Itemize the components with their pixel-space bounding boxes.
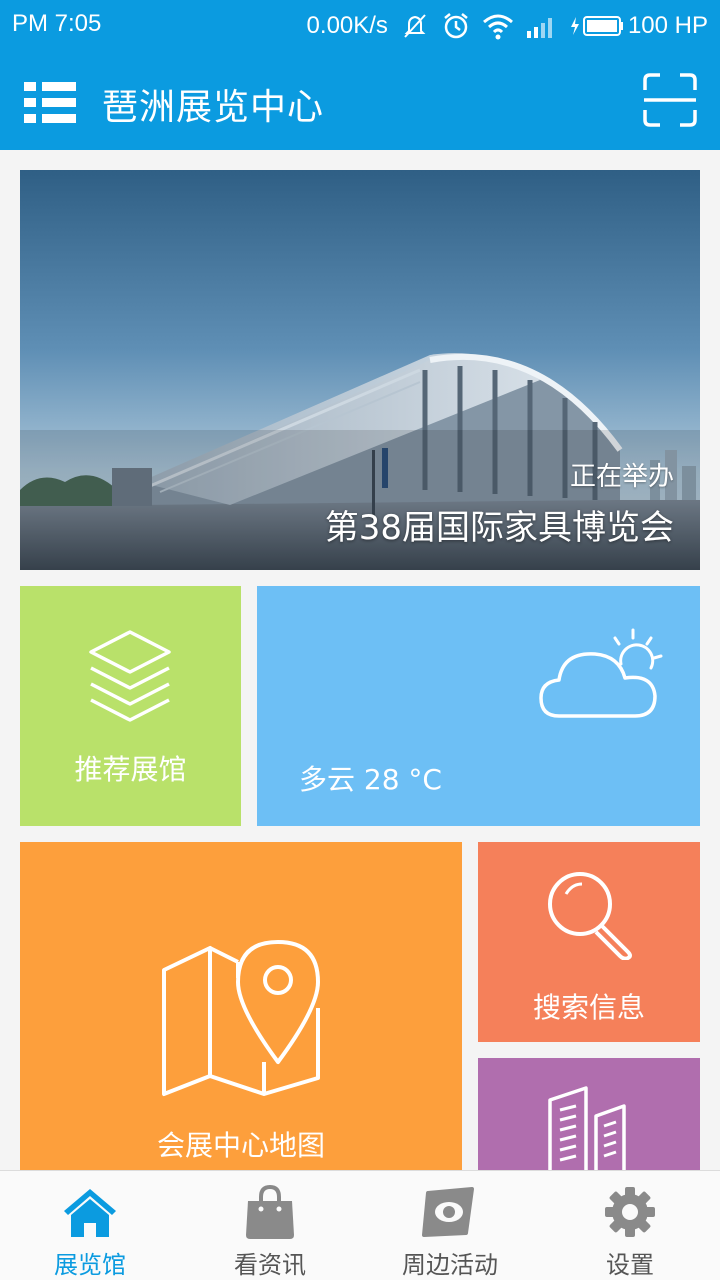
- nav-label-exhibition-hall: 展览馆: [54, 1251, 126, 1279]
- signal-icon: [526, 18, 552, 38]
- status-right: 0.00K/s 100 HP: [295, 8, 708, 44]
- app-title: 琶洲展览中心: [102, 87, 325, 128]
- search-info-tile[interactable]: 搜索信息: [478, 842, 700, 1042]
- venue-map-label: 会展中心地图: [156, 1129, 325, 1162]
- partly-cloudy-icon: [539, 628, 663, 718]
- wifi-icon: [482, 14, 513, 40]
- alarm-icon: [444, 13, 468, 39]
- battery-icon: [570, 16, 623, 36]
- buildings-tile[interactable]: [478, 1058, 700, 1172]
- gear-icon: [605, 1187, 655, 1237]
- map-pin-icon: [162, 940, 320, 1096]
- shopping-bag-icon: [246, 1185, 294, 1239]
- home-icon: [64, 1189, 116, 1237]
- scan-icon[interactable]: [642, 72, 698, 128]
- mute-icon: [404, 14, 426, 38]
- nav-label-news: 看资讯: [234, 1251, 306, 1279]
- search-icon: [548, 872, 632, 960]
- venue-map-tile[interactable]: 会展中心地图: [20, 842, 462, 1172]
- eye-icon: [422, 1187, 474, 1237]
- event-status: 正在举办: [569, 462, 674, 492]
- app-bar: 琶洲展览中心: [0, 52, 720, 150]
- layers-icon: [89, 630, 171, 722]
- nav-item-exhibition-hall[interactable]: 展览馆: [0, 1171, 180, 1280]
- nav-item-settings[interactable]: 设置: [540, 1171, 720, 1280]
- event-banner[interactable]: 正在举办 第38届国际家具博览会: [20, 170, 700, 570]
- status-bar: PM 7:05 0.00K/s 100 HP: [0, 0, 720, 52]
- battery-label: 100 HP: [627, 12, 708, 39]
- nav-item-news[interactable]: 看资讯: [180, 1171, 360, 1280]
- weather-tile[interactable]: 多云 28 °C: [257, 586, 700, 826]
- weather-text: 多云 28 °C: [299, 763, 442, 796]
- event-title: 第38届国际家具博览会: [324, 508, 674, 548]
- status-time: PM 7:05: [12, 10, 102, 37]
- bottom-nav: 展览馆 看资讯 周边活动 设置: [0, 1170, 720, 1280]
- nav-label-settings: 设置: [606, 1251, 654, 1279]
- recommend-halls-label: 推荐展馆: [74, 753, 187, 786]
- nav-item-nearby-events[interactable]: 周边活动: [360, 1171, 540, 1280]
- recommend-halls-tile[interactable]: 推荐展馆: [20, 586, 241, 826]
- search-info-label: 搜索信息: [532, 991, 645, 1024]
- menu-list-icon[interactable]: [22, 78, 78, 126]
- nav-label-nearby-events: 周边活动: [402, 1251, 498, 1279]
- buildings-icon: [548, 1086, 626, 1172]
- network-speed: 0.00K/s: [306, 12, 388, 39]
